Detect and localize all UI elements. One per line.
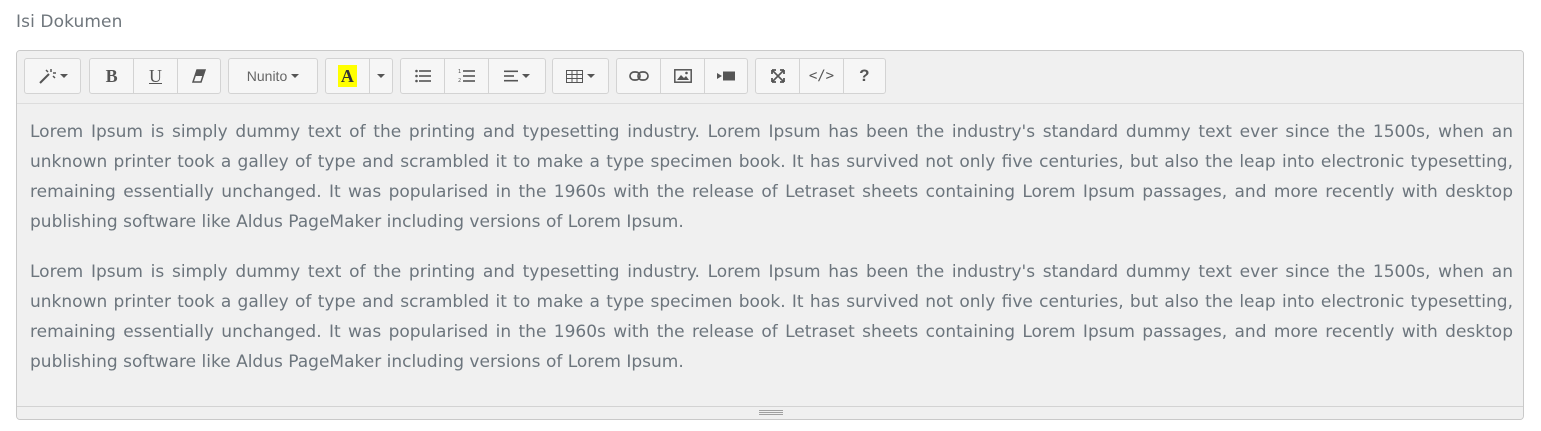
chevron-down-icon	[521, 74, 530, 78]
clear-format-button[interactable]	[176, 59, 220, 93]
chevron-down-icon	[587, 74, 595, 78]
fullscreen-button[interactable]	[756, 59, 799, 93]
ordered-list-icon: 1 2	[458, 69, 476, 83]
bold-icon: B	[105, 65, 118, 86]
toolbar-group-insert	[616, 58, 748, 94]
content-paragraph[interactable]: Lorem Ipsum is simply dummy text of the …	[30, 117, 1513, 237]
font-family-label: Nunito	[246, 68, 288, 84]
align-icon	[503, 70, 518, 82]
help-button[interactable]: ?	[842, 59, 885, 93]
underline-icon: U	[149, 65, 162, 86]
svg-text:2: 2	[458, 78, 461, 83]
insert-image-button[interactable]	[660, 59, 703, 93]
video-icon	[716, 71, 735, 81]
toolbar-group-table	[552, 58, 609, 94]
editor-toolbar: B U Nunito A 1 2 </> ?	[17, 51, 1523, 104]
paragraph-align-dropdown[interactable]	[487, 59, 545, 93]
insert-video-button[interactable]	[703, 59, 747, 93]
color-dropdown-button[interactable]	[368, 59, 392, 93]
editor-resize-handle[interactable]	[17, 406, 1523, 419]
toolbar-group-fontname: Nunito	[228, 58, 318, 94]
svg-text:1: 1	[458, 69, 461, 75]
editor-content[interactable]: Lorem Ipsum is simply dummy text of the …	[30, 117, 1513, 397]
underline-button[interactable]: U	[133, 59, 176, 93]
toolbar-group-para: 1 2	[400, 58, 546, 94]
chevron-down-icon	[376, 74, 385, 78]
chevron-down-icon	[291, 74, 300, 78]
code-view-icon: </>	[808, 68, 835, 84]
font-color-button[interactable]: A	[326, 59, 369, 93]
toolbar-group-style	[24, 58, 81, 94]
content-paragraph[interactable]: Lorem Ipsum is simply dummy text of the …	[30, 257, 1513, 377]
style-dropdown-button[interactable]	[25, 59, 80, 93]
rich-text-editor: B U Nunito A 1 2 </> ? Lorem Ipsum is si…	[16, 50, 1524, 420]
font-color-icon: A	[337, 65, 357, 87]
resize-grip-icon	[759, 410, 783, 415]
ordered-list-button[interactable]: 1 2	[444, 59, 487, 93]
insert-link-button[interactable]	[617, 59, 660, 93]
font-family-dropdown[interactable]: Nunito	[229, 59, 317, 93]
unordered-list-button[interactable]	[401, 59, 444, 93]
help-icon: ?	[859, 66, 870, 85]
magic-wand-icon	[38, 69, 56, 84]
field-label: Isi Dokumen	[16, 12, 123, 32]
toolbar-group-font: B U	[89, 58, 221, 94]
table-dropdown-button[interactable]	[553, 59, 608, 93]
unordered-list-icon	[414, 69, 431, 83]
fullscreen-icon	[770, 69, 785, 83]
code-view-button[interactable]: </>	[799, 59, 842, 93]
image-icon	[673, 69, 692, 83]
chevron-down-icon	[59, 74, 68, 78]
toolbar-group-color: A	[325, 58, 393, 94]
toolbar-group-view: </> ?	[755, 58, 886, 94]
eraser-icon	[191, 69, 206, 83]
table-icon	[566, 69, 583, 83]
bold-button[interactable]: B	[90, 59, 133, 93]
link-icon	[628, 71, 649, 81]
